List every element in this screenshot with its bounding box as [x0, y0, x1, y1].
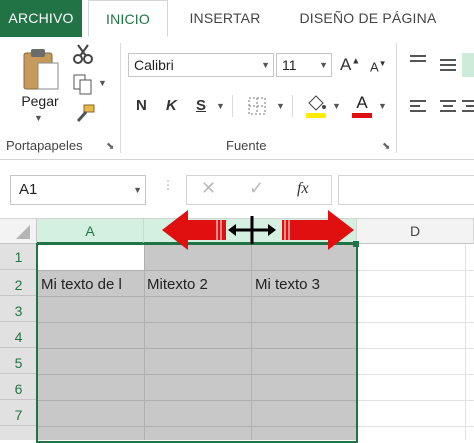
- formula-buttons: ✕ ✓ fx: [186, 175, 332, 205]
- underline-dropdown-arrow[interactable]: ▼: [216, 101, 225, 111]
- align-right-icon[interactable]: [462, 97, 474, 117]
- borders-icon[interactable]: [246, 95, 268, 117]
- group-separator: [396, 43, 397, 153]
- group-separator: [292, 95, 293, 117]
- format-painter-icon[interactable]: [72, 103, 96, 125]
- font-launcher-icon[interactable]: ⬊: [382, 141, 390, 152]
- chevron-down-icon: ▼: [261, 60, 270, 70]
- formula-bar-splitter[interactable]: ⋮: [162, 178, 175, 192]
- tab-file[interactable]: ARCHIVO: [0, 0, 82, 37]
- copy-icon[interactable]: [72, 73, 94, 95]
- chevron-down-icon: ▼: [133, 185, 142, 195]
- column-header-d[interactable]: D: [357, 219, 474, 244]
- clipboard-launcher-icon[interactable]: ⬊: [106, 141, 114, 152]
- font-name-value: Calibri: [134, 57, 174, 73]
- name-box[interactable]: A1 ▼: [10, 175, 146, 205]
- tab-page-layout[interactable]: DISEÑO DE PÁGINA: [284, 0, 452, 37]
- bold-button[interactable]: N: [136, 97, 147, 114]
- resize-left-arrow-icon: [162, 210, 226, 250]
- scissors-icon[interactable]: [72, 43, 94, 65]
- copy-dropdown-arrow[interactable]: ▼: [98, 78, 107, 88]
- align-left-icon[interactable]: [408, 97, 428, 117]
- font-size-value: 11: [282, 57, 297, 73]
- cell-b2[interactable]: Mitexto 2: [147, 270, 250, 296]
- column-header-a[interactable]: A: [37, 219, 144, 244]
- clipboard-group-label: Portapapeles: [6, 138, 83, 153]
- resize-cursor-icon: [228, 216, 276, 244]
- italic-button[interactable]: K: [166, 97, 177, 114]
- cell-a2[interactable]: Mi texto de l: [41, 270, 143, 296]
- paste-dropdown-arrow[interactable]: ▼: [34, 113, 43, 123]
- shrink-font-button[interactable]: A▼: [370, 59, 387, 74]
- align-bottom-icon[interactable]: [462, 53, 474, 77]
- grow-font-label: A: [340, 55, 352, 74]
- font-color-button[interactable]: A: [350, 93, 374, 119]
- column-resize-indicator: [162, 210, 354, 250]
- ribbon-tab-bar: ARCHIVO INICIO INSERTAR DISEÑO DE PÁGINA: [0, 0, 474, 37]
- chevron-down-icon: ▼: [319, 60, 328, 70]
- shrink-font-label: A: [370, 59, 379, 75]
- cell-c2[interactable]: Mi texto 3: [255, 270, 355, 296]
- group-separator: [232, 95, 233, 117]
- enter-icon[interactable]: ✓: [249, 178, 264, 199]
- group-separator: [120, 43, 121, 153]
- cancel-icon[interactable]: ✕: [201, 178, 216, 199]
- underline-button[interactable]: S: [196, 97, 206, 114]
- paste-icon[interactable]: [18, 47, 62, 93]
- font-color-letter: A: [356, 93, 368, 112]
- font-color-dropdown-arrow[interactable]: ▼: [378, 101, 387, 111]
- align-center-icon[interactable]: [438, 97, 458, 117]
- tab-insert[interactable]: INSERTAR: [176, 0, 274, 37]
- fill-color-icon[interactable]: [304, 93, 328, 119]
- font-size-box[interactable]: 11 ▼: [276, 53, 332, 77]
- grow-font-button[interactable]: A▲: [340, 55, 360, 75]
- tab-home[interactable]: INICIO: [88, 0, 168, 37]
- ribbon: Pegar ▼ ▼ Portapapeles ⬊ Calibri ▼ 11 ▼ …: [0, 37, 474, 160]
- insert-function-button[interactable]: fx: [297, 180, 309, 198]
- font-name-box[interactable]: Calibri ▼: [128, 53, 274, 77]
- borders-dropdown-arrow[interactable]: ▼: [276, 101, 285, 111]
- align-middle-icon[interactable]: [438, 55, 458, 73]
- paste-button[interactable]: Pegar: [14, 93, 66, 109]
- formula-input[interactable]: [338, 175, 474, 205]
- align-top-icon[interactable]: [408, 53, 428, 71]
- select-all-corner[interactable]: [0, 219, 37, 244]
- font-color-swatch: [352, 113, 372, 118]
- font-group-label: Fuente: [226, 138, 267, 153]
- fill-color-dropdown-arrow[interactable]: ▼: [332, 101, 341, 111]
- name-box-value: A1: [19, 181, 38, 198]
- resize-right-arrow-icon: [282, 210, 354, 250]
